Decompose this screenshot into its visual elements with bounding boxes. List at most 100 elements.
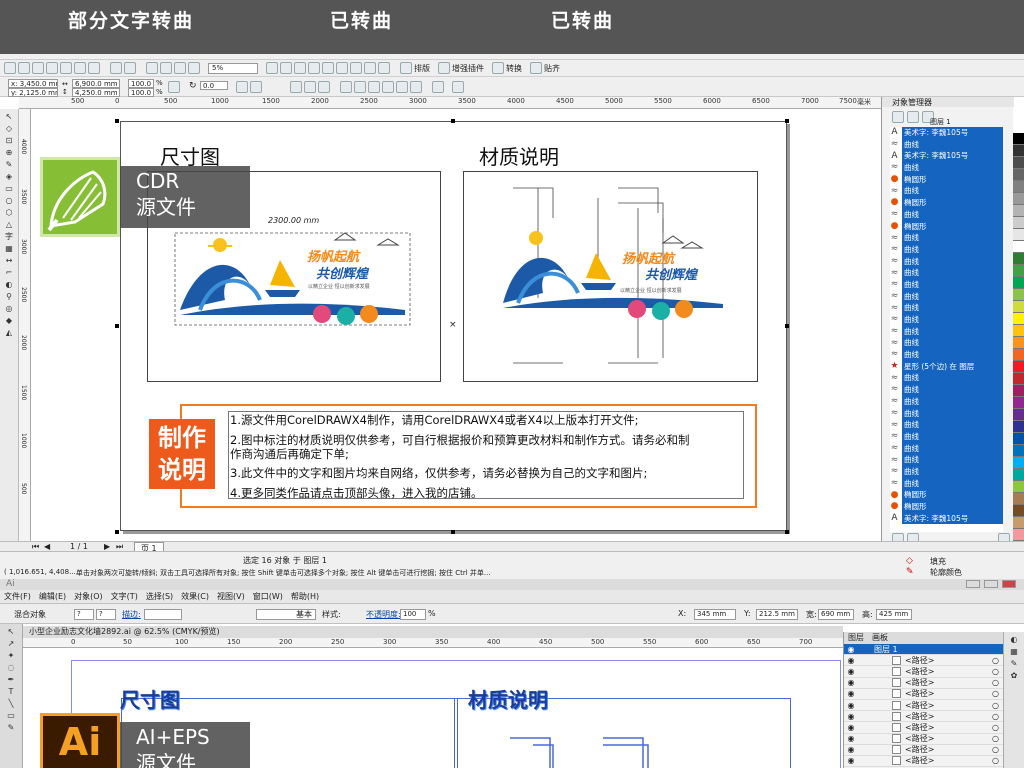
back-minus-front-icon[interactable] (410, 81, 422, 93)
ai-menu-item[interactable]: 窗口(W) (253, 591, 283, 602)
visibility-eye-icon[interactable]: ◉ (844, 677, 858, 688)
outline-tool-icon[interactable]: ◎ (3, 304, 15, 313)
color-swatch[interactable] (1013, 133, 1024, 145)
front-minus-back-icon[interactable] (396, 81, 408, 93)
selection-handle[interactable] (115, 119, 119, 123)
pick-tool-icon[interactable]: ↖ (3, 112, 15, 121)
rectangle-tool-icon[interactable]: ▭ (3, 184, 15, 193)
paste-icon[interactable] (88, 62, 100, 74)
zoom-tool-icon[interactable]: ⊕ (3, 148, 15, 157)
object-row[interactable]: A 美术字: 李魏105号 (890, 512, 1003, 525)
zoom-selected-icon[interactable] (294, 62, 306, 74)
new-icon[interactable] (4, 62, 16, 74)
freehand-tool-icon[interactable]: ✎ (3, 160, 15, 169)
convert-icon[interactable] (492, 62, 504, 74)
object-row[interactable]: ≈ 曲线 (890, 395, 1003, 408)
zoom-in-icon[interactable] (266, 62, 278, 74)
lock-ratio-icon[interactable] (168, 81, 180, 93)
target-circle-icon[interactable]: ○ (992, 700, 999, 711)
intersect-icon[interactable] (368, 81, 380, 93)
selection-handle[interactable] (115, 530, 119, 534)
ai-y-field[interactable]: 212.5 mm (756, 609, 798, 620)
color-swatch[interactable] (1013, 145, 1024, 157)
layout-icon[interactable] (400, 62, 412, 74)
artboards-tab[interactable]: 画板 (872, 632, 888, 644)
height-field[interactable]: 4,250.0 mm (72, 88, 120, 97)
copy-icon[interactable] (74, 62, 86, 74)
fill-tool-icon[interactable]: ◆ (3, 316, 15, 325)
zoom-height-icon[interactable] (350, 62, 362, 74)
selection-center-icon[interactable]: × (449, 320, 457, 330)
x-position-field[interactable]: x: 3,450.0 mm (8, 79, 58, 88)
path-row[interactable]: ◉ <路径> ○ (844, 666, 1003, 678)
color-swatch[interactable] (1013, 229, 1024, 241)
object-row[interactable]: ≈ 曲线 (890, 162, 1003, 174)
color-swatch[interactable] (1013, 397, 1024, 409)
ai-document-tab[interactable]: 小型企业励志文化墙2892.ai @ 62.5% (CMYK/预览) (23, 626, 843, 638)
color-swatch[interactable] (1013, 337, 1024, 349)
ai-menu-item[interactable]: 帮助(H) (291, 591, 319, 602)
visibility-eye-icon[interactable]: ◉ (844, 644, 858, 655)
pan-icon[interactable] (364, 62, 376, 74)
color-swatch[interactable] (1013, 469, 1024, 481)
fill-swatch[interactable]: ? (74, 609, 94, 620)
object-row[interactable]: ● 椭圆形 (890, 197, 1003, 209)
color-swatch[interactable] (1013, 385, 1024, 397)
stroke-swatch[interactable]: ? (96, 609, 116, 620)
to-front-icon[interactable] (452, 81, 464, 93)
color-swatch[interactable] (1013, 205, 1024, 217)
symbols-panel-icon[interactable]: ✿ (1008, 671, 1020, 680)
visibility-eye-icon[interactable]: ◉ (844, 655, 858, 666)
object-row[interactable]: ≈ 曲线 (890, 232, 1003, 244)
table-tool-icon[interactable]: ▦ (3, 244, 15, 253)
dimension-tool-icon[interactable]: ↔ (3, 256, 15, 265)
direct-selection-tool-icon[interactable]: ↗ (5, 639, 17, 648)
save-icon[interactable] (32, 62, 44, 74)
selection-tool-icon[interactable]: ↖ (5, 627, 17, 636)
object-row[interactable]: ● 椭圆形 (890, 173, 1003, 186)
path-row[interactable]: ◉ <路径> ○ (844, 678, 1003, 689)
ai-menu-item[interactable]: 选择(S) (146, 591, 173, 602)
ungroup-icon[interactable] (304, 81, 316, 93)
path-row[interactable]: ◉ <路径> ○ (844, 745, 1003, 756)
object-row[interactable]: ★ 星形 (5个边) 在 图层 (890, 360, 1003, 373)
color-swatch[interactable] (1013, 481, 1024, 493)
stroke-link[interactable]: 描边: (122, 609, 141, 620)
ungroup-all-icon[interactable] (318, 81, 330, 93)
object-row[interactable]: ≈ 曲线 (890, 430, 1003, 443)
brushes-panel-icon[interactable]: ✎ (1008, 659, 1020, 668)
mirror-horizontal-icon[interactable] (236, 81, 248, 93)
scale-x-field[interactable]: 100.0 (128, 79, 154, 88)
object-row[interactable]: ≈ 曲线 (890, 314, 1003, 326)
magic-wand-icon[interactable]: ✦ (5, 651, 17, 660)
selection-handle[interactable] (451, 119, 455, 123)
path-row[interactable]: ◉ <路径> ○ (844, 755, 1003, 768)
target-circle-icon[interactable]: ○ (992, 655, 999, 666)
scale-y-field[interactable]: 100.0 (128, 88, 154, 97)
connector-tool-icon[interactable]: ⌐ (3, 268, 15, 277)
convert-button[interactable]: 转换 (506, 63, 522, 74)
color-swatch[interactable] (1013, 181, 1024, 193)
object-row[interactable]: ≈ 曲线 (890, 384, 1003, 396)
view-mode-icon[interactable] (378, 62, 390, 74)
group-icon[interactable] (290, 81, 302, 93)
shape-tool-icon[interactable]: ◇ (3, 124, 15, 133)
path-row[interactable]: ◉ <路径> ○ (844, 722, 1003, 734)
color-swatch[interactable] (1013, 433, 1024, 445)
target-circle-icon[interactable]: ○ (992, 755, 999, 766)
color-panel-icon[interactable]: ◐ (1008, 635, 1020, 644)
color-swatch[interactable] (1013, 253, 1024, 265)
mirror-vertical-icon[interactable] (250, 81, 262, 93)
basic-shapes-icon[interactable]: △ (3, 220, 15, 229)
export-icon[interactable] (160, 62, 172, 74)
ai-menu-item[interactable]: 对象(O) (74, 591, 103, 602)
ai-menu-item[interactable]: 文字(T) (111, 591, 138, 602)
visibility-eye-icon[interactable]: ◉ (844, 722, 858, 733)
object-row[interactable]: A 美术字: 李魏105号 (890, 150, 1003, 163)
zoom-level-select[interactable]: 5% (208, 62, 258, 74)
redo-icon[interactable] (124, 62, 136, 74)
publish-icon[interactable] (174, 62, 186, 74)
ai-menu-item[interactable]: 编辑(E) (39, 591, 66, 602)
object-row[interactable]: ≈ 曲线 (890, 372, 1003, 385)
width-field[interactable]: 6,900.0 mm (72, 79, 120, 88)
